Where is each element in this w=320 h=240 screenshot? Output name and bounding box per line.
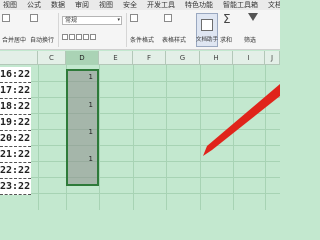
arrow-shape	[203, 84, 280, 156]
red-arrow-annotation	[203, 84, 280, 156]
spreadsheet-window: 视图 公式 数据 审阅 视图 安全 开发工具 特色功能 智能工具箱 文档助手 合…	[0, 0, 280, 210]
